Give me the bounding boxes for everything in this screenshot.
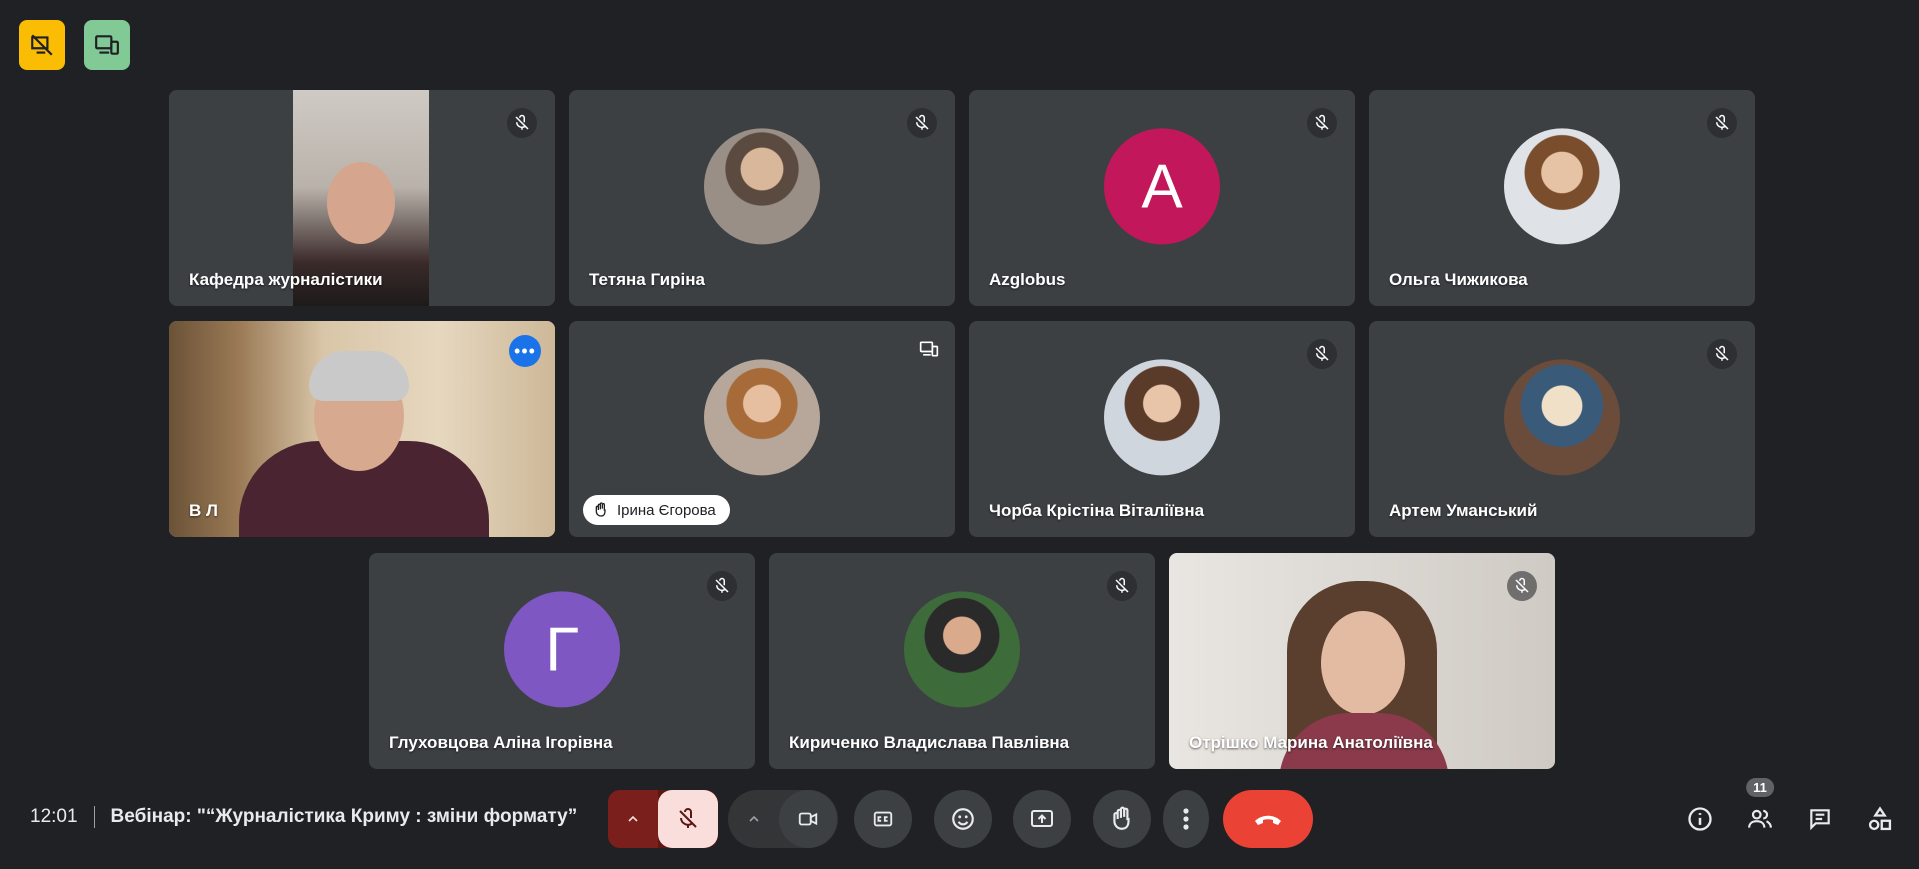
camera-toggle-button[interactable] — [779, 790, 837, 848]
muted-mic-icon — [1507, 571, 1537, 601]
video-settings-button[interactable] — [729, 790, 779, 848]
people-button[interactable]: 11 — [1737, 778, 1783, 848]
participant-tile[interactable]: Кафедра журналістики — [169, 90, 555, 306]
participant-tile[interactable]: Чорба Крістіна Віталіївна — [969, 321, 1355, 537]
leave-call-button[interactable] — [1223, 790, 1313, 848]
companion-mode-badge[interactable] — [84, 20, 130, 70]
camera-icon — [798, 812, 818, 826]
meeting-info: 12:01 Вебінар: "“Журналістика Криму : зм… — [30, 806, 577, 828]
more-options-button[interactable]: ••• — [509, 335, 541, 367]
muted-mic-icon — [1307, 108, 1337, 138]
meeting-details-button[interactable] — [1677, 790, 1723, 848]
mic-toggle-button[interactable] — [658, 790, 718, 848]
companion-mode-icon — [95, 35, 119, 55]
muted-mic-icon — [907, 108, 937, 138]
chevron-up-icon — [749, 815, 759, 822]
present-screen-icon — [1031, 810, 1053, 827]
participant-avatar — [904, 591, 1020, 708]
presentation-off-badge[interactable] — [19, 20, 65, 70]
letter-avatar: Г — [504, 591, 620, 708]
participant-avatar — [704, 128, 820, 245]
letter-avatar: A — [1104, 128, 1220, 245]
call-controls-bar: 12:01 Вебінар: "“Журналістика Криму : зм… — [0, 778, 1919, 858]
side-panel-controls: 11 — [1677, 778, 1903, 848]
more-vert-icon — [1183, 808, 1189, 830]
participant-tile[interactable]: Ірина Єгорова — [569, 321, 955, 537]
meeting-title: Вебінар: "“Журналістика Криму : зміни фо… — [110, 806, 578, 827]
muted-mic-icon — [507, 108, 537, 138]
participant-name: Azglobus — [989, 270, 1066, 289]
participant-tile[interactable]: Отрішко Марина Анатоліївна — [1169, 553, 1555, 769]
participant-name: Артем Уманський — [1389, 501, 1538, 520]
muted-mic-icon — [1107, 571, 1137, 601]
companion-mode-icon — [917, 339, 941, 359]
participant-tile[interactable]: Артем Уманський — [1369, 321, 1755, 537]
chevron-up-icon — [628, 815, 638, 822]
participant-tile[interactable]: Г Глуховцова Аліна Ігорівна — [369, 553, 755, 769]
participant-name: Тетяна Гиріна — [589, 270, 705, 289]
raise-hand-icon — [1113, 806, 1130, 830]
muted-mic-icon — [1707, 108, 1737, 138]
closed-captions-icon — [873, 811, 893, 827]
end-call-icon — [1255, 815, 1281, 825]
divider — [93, 806, 95, 828]
camera-control-group — [728, 790, 838, 848]
chat-button[interactable] — [1797, 790, 1843, 848]
emoji-icon — [952, 808, 974, 830]
participant-avatar — [1504, 128, 1620, 245]
participant-video — [169, 321, 555, 537]
audio-settings-button[interactable] — [608, 790, 658, 848]
muted-mic-icon — [1307, 339, 1337, 369]
participant-name: Кириченко Владислава Павлівна — [789, 733, 1070, 752]
raised-hand-icon — [595, 502, 606, 517]
participant-avatar — [1104, 359, 1220, 476]
raised-hand-name-pill: Ірина Єгорова — [583, 495, 730, 525]
participant-name: В Л — [189, 501, 218, 520]
activities-icon — [1868, 806, 1892, 831]
participant-tile[interactable]: Ольга Чижикова — [1369, 90, 1755, 306]
participant-tile[interactable]: Кириченко Владислава Павлівна — [769, 553, 1155, 769]
present-screen-button[interactable] — [1013, 790, 1071, 848]
muted-mic-icon — [707, 571, 737, 601]
participant-avatar — [704, 359, 820, 476]
chat-icon — [1810, 809, 1830, 831]
participant-name: Ольга Чижикова — [1389, 270, 1528, 289]
reactions-button[interactable] — [934, 790, 992, 848]
participant-name: Глуховцова Аліна Ігорівна — [389, 733, 613, 752]
mic-control-group — [608, 790, 718, 848]
participant-name: Отрішко Марина Анатоліївна — [1189, 733, 1433, 752]
participant-tile-active[interactable]: ••• В Л — [169, 321, 555, 537]
no-video-presentation-icon — [31, 34, 53, 56]
info-icon — [1688, 807, 1712, 831]
people-count-badge: 11 — [1746, 778, 1774, 797]
mic-off-icon — [679, 808, 697, 828]
muted-mic-icon — [1707, 339, 1737, 369]
participant-tile[interactable]: Тетяна Гиріна — [569, 90, 955, 306]
people-icon — [1748, 809, 1772, 828]
top-badges — [19, 20, 130, 70]
participant-name: Кафедра журналістики — [189, 270, 383, 289]
participant-name: Ірина Єгорова — [617, 501, 716, 519]
raise-hand-button[interactable] — [1093, 790, 1151, 848]
captions-button[interactable] — [854, 790, 912, 848]
activities-button[interactable] — [1857, 790, 1903, 848]
participant-avatar — [1504, 359, 1620, 476]
participant-name: Чорба Крістіна Віталіївна — [989, 501, 1205, 520]
more-options-button[interactable] — [1163, 790, 1209, 848]
participant-tile[interactable]: A Azglobus — [969, 90, 1355, 306]
current-time: 12:01 — [30, 806, 78, 827]
